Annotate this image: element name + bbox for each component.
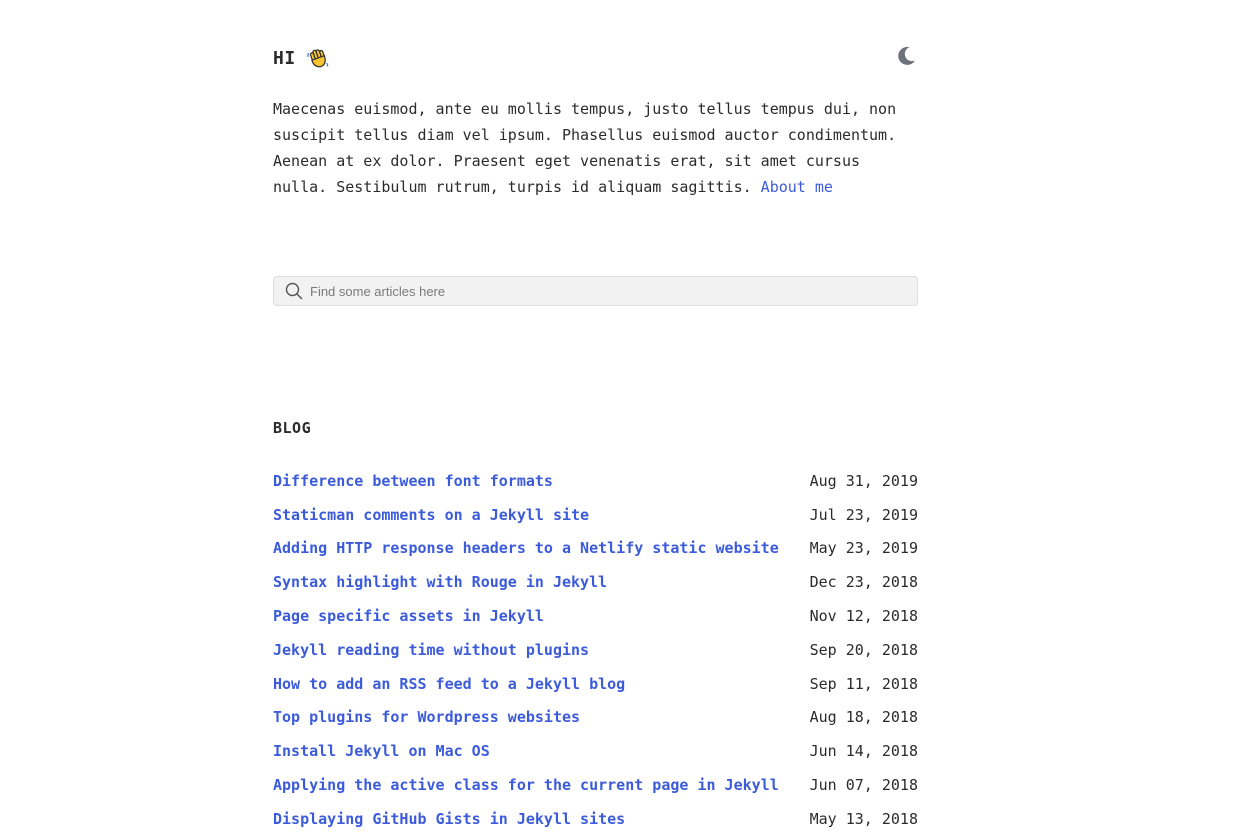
post-item: Jekyll reading time without plugins Sep 2…	[273, 633, 918, 667]
post-title-link[interactable]: Jekyll reading time without plugins	[273, 641, 589, 659]
post-date: Jun 07, 2018	[809, 776, 918, 795]
post-date: Jun 14, 2018	[809, 742, 918, 761]
post-date: Aug 18, 2018	[809, 708, 918, 727]
post-item: How to add an RSS feed to a Jekyll blog S…	[273, 667, 918, 701]
search-input[interactable]	[310, 283, 900, 299]
post-title-link[interactable]: Displaying GitHub Gists in Jekyll sites	[273, 810, 625, 828]
post-title-link[interactable]: Difference between font formats	[273, 472, 553, 490]
greeting-text: HI	[273, 47, 296, 69]
intro-paragraph: Maecenas euismod, ante eu mollis tempus,…	[273, 96, 918, 200]
post-date: Nov 12, 2018	[809, 607, 918, 626]
post-item: Page specific assets in Jekyll Nov 12, 20…	[273, 599, 918, 633]
waving-hand-icon	[306, 46, 330, 70]
post-date: Dec 23, 2018	[809, 573, 918, 592]
search-icon	[285, 282, 303, 300]
post-date: May 13, 2018	[809, 809, 918, 828]
post-title-link[interactable]: Staticman comments on a Jekyll site	[273, 506, 589, 524]
post-date: Aug 31, 2019	[809, 471, 918, 490]
post-date: May 23, 2019	[809, 539, 918, 558]
post-item: Syntax highlight with Rouge in Jekyll Dec…	[273, 565, 918, 599]
post-date: Sep 11, 2018	[809, 674, 918, 693]
about-me-link[interactable]: About me	[761, 178, 833, 196]
greeting: HI	[273, 46, 330, 70]
post-date: Sep 20, 2018	[809, 640, 918, 659]
post-title-link[interactable]: Top plugins for Wordpress websites	[273, 708, 580, 726]
post-title-link[interactable]: How to add an RSS feed to a Jekyll blog	[273, 675, 625, 693]
post-item: Install Jekyll on Mac OS Jun 14, 2018	[273, 734, 918, 768]
header: HI	[273, 40, 918, 74]
post-item: Displaying GitHub Gists in Jekyll sites M…	[273, 802, 918, 836]
post-date: Jul 23, 2019	[809, 505, 918, 524]
moon-icon[interactable]	[894, 44, 918, 68]
post-title-link[interactable]: Adding HTTP response headers to a Netlif…	[273, 539, 779, 557]
post-item: Adding HTTP response headers to a Netlif…	[273, 532, 918, 566]
post-title-link[interactable]: Install Jekyll on Mac OS	[273, 742, 490, 760]
post-title-link[interactable]: Applying the active class for the curren…	[273, 776, 779, 794]
post-item: Top plugins for Wordpress websites Aug 18…	[273, 701, 918, 735]
post-item: Staticman comments on a Jekyll site Jul 2…	[273, 498, 918, 532]
blog-heading: BLOG	[273, 419, 312, 437]
post-title-link[interactable]: Syntax highlight with Rouge in Jekyll	[273, 573, 607, 591]
post-list: Difference between font formats Aug 31, 2…	[273, 464, 918, 836]
post-title-link[interactable]: Page specific assets in Jekyll	[273, 607, 544, 625]
post-item: Difference between font formats Aug 31, 2…	[273, 464, 918, 498]
search-bar	[273, 276, 918, 306]
post-item: Applying the active class for the curren…	[273, 768, 918, 802]
